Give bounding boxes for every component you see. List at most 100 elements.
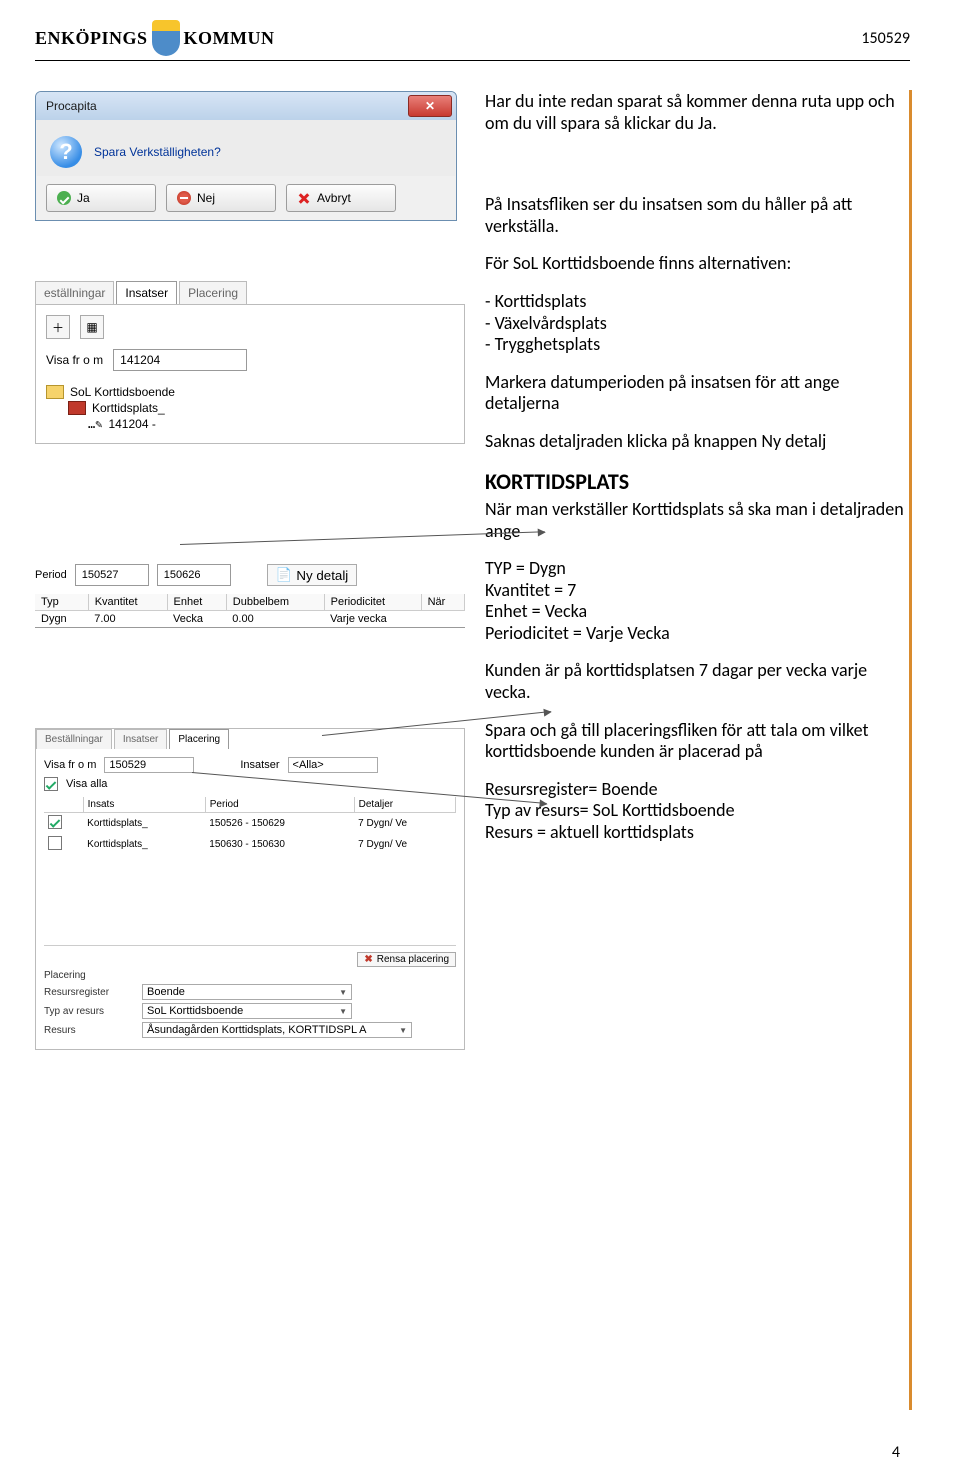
table-row[interactable]: Korttidsplats_ 150526 - 150629 7 Dygn/ V… [44,813,456,835]
municipality-logo: ENKÖPINGS KOMMUN [35,20,275,56]
tab-placering[interactable]: Placering [179,281,247,304]
period-label: Period [35,569,67,581]
placering-table: Insats Period Detaljer Korttidsplats_ 15… [44,797,456,855]
cancel-button-label: Avbryt [317,191,351,205]
list-item: Enhet = Vecka [485,601,910,623]
list-item: Periodicitet = Varje Vecka [485,623,910,645]
folder-icon [68,401,86,415]
tab-insatser[interactable]: Insatser [116,281,177,304]
resursregister-value: Boende [147,986,185,998]
cell-period: 150526 - 150629 [205,813,354,835]
list-item: - Växelvårdsplats [485,313,910,335]
th-periodicitet: Periodicitet [324,594,421,611]
list-item: Resursregister= Boende [485,779,910,801]
list-item: - Trygghetsplats [485,334,910,356]
cancel-button[interactable]: Avbryt [286,184,396,212]
typavresurs-label: Typ av resurs [44,1006,134,1017]
th-enhet: Enhet [167,594,226,611]
instruction-p9: Spara och gå till placeringsfliken för a… [485,720,910,763]
values-list: TYP = Dygn Kvantitet = 7 Enhet = Vecka P… [485,558,910,644]
dialog-title: Procapita [46,99,97,113]
header: ENKÖPINGS KOMMUN 150529 [35,0,910,56]
table-row[interactable]: Korttidsplats_ 150630 - 150630 7 Dygn/ V… [44,834,456,855]
th-kvantitet: Kvantitet [88,594,167,611]
placering-label: Placering [44,970,134,981]
th-typ: Typ [35,594,88,611]
tree-child-label[interactable]: Korttidsplats_ [92,401,165,415]
procapita-save-dialog: Procapita ✕ ? Spara Verkställigheten? Ja… [35,91,457,221]
close-icon[interactable]: ✕ [408,95,452,117]
tab-bestallningar[interactable]: eställningar [35,281,114,304]
table-row[interactable]: Dygn 7.00 Vecka 0.00 Varje vecka [35,611,465,628]
list-item: - Korttidsplats [485,291,910,313]
visa-alla-checkbox[interactable] [44,777,58,791]
row-checkbox[interactable] [48,815,62,829]
logo-text-left: ENKÖPINGS [35,28,148,49]
yes-button-label: Ja [77,191,90,205]
insats-tree: SoL Korttidsboende Korttidsplats_ …✎ 141… [46,385,454,431]
instruction-p1: Har du inte redan sparat så kommer denna… [485,91,910,134]
resurs-label: Resurs [44,1025,134,1036]
folder-icon [46,385,64,399]
cancel-icon [297,191,311,205]
plac-tab-bestallningar[interactable]: Beställningar [36,729,112,749]
cell-detaljer: 7 Dygn/ Ve [354,834,455,855]
cell-insats: Korttidsplats_ [83,813,205,835]
cell-periodicitet: Varje vecka [324,611,421,628]
chevron-down-icon: ▼ [399,1026,407,1035]
chevron-down-icon: ▼ [339,1007,347,1016]
new-detail-label: Ny detalj [296,568,348,583]
section-heading-korttidsplats: KORTTIDSPLATS [485,469,910,495]
resursregister-label: Resursregister [44,987,134,998]
detail-table: Typ Kvantitet Enhet Dubbelbem Periodicit… [35,594,465,627]
logo-text-right: KOMMUN [184,28,275,49]
plac-th-insats: Insats [83,797,205,813]
no-button-label: Nej [197,191,215,205]
list-item: Resurs = aktuell korttidsplats [485,822,910,844]
new-detail-button[interactable]: 📄 Ny detalj [267,564,357,586]
plac-tab-placering[interactable]: Placering [169,729,229,749]
document-icon: 📄 [276,567,293,583]
plac-visa-label: Visa fr o m [44,759,96,771]
visa-from-input[interactable]: 141204 [113,349,247,371]
resurs-list: Resursregister= Boende Typ av resurs= So… [485,779,910,844]
plac-insatser-select[interactable]: <Alla> [288,757,378,773]
alternatives-list: - Korttidsplats - Växelvårdsplats - Tryg… [485,291,910,356]
cell-enhet: Vecka [167,611,226,628]
yes-button[interactable]: Ja [46,184,156,212]
chevron-down-icon: ▼ [339,988,347,997]
screenshots-column: Procapita ✕ ? Spara Verkställigheten? Ja… [35,91,465,1050]
dialog-question: Spara Verkställigheten? [94,145,221,159]
cell-kvantitet: 7.00 [88,611,167,628]
period-from-input[interactable]: 150527 [75,564,149,586]
instruction-p2: På Insatsfliken ser du insatsen som du h… [485,194,910,237]
plac-th-period: Period [205,797,354,813]
page-number: 4 [892,1443,900,1462]
tree-root-label[interactable]: SoL Korttidsboende [70,385,175,399]
cell-typ: Dygn [35,611,88,628]
list-item: Typ av resurs= SoL Korttidsboende [485,800,910,822]
visa-from-label: Visa fr o m [46,353,103,367]
instruction-p6: När man verkställer Korttidsplats så ska… [485,499,910,542]
detail-icon[interactable]: ▦ [80,315,104,339]
resurs-dropdown[interactable]: Åsundagården Korttidsplats, KORTTIDSPL A… [142,1022,412,1038]
leaf-icon: …✎ [88,417,102,431]
crest-icon [152,20,180,56]
insatser-panel: eställningar Insatser Placering ＋ ▦ Visa… [35,281,465,444]
cell-dubbelbem: 0.00 [226,611,324,628]
question-icon: ? [50,136,82,168]
plac-visa-input[interactable]: 150529 [104,757,194,773]
tree-leaf-label[interactable]: 141204 - [108,417,155,431]
new-icon[interactable]: ＋ [46,315,70,339]
period-to-input[interactable]: 150626 [157,564,231,586]
resursregister-dropdown[interactable]: Boende ▼ [142,984,352,1000]
typavresurs-dropdown[interactable]: SoL Korttidsboende ▼ [142,1003,352,1019]
instruction-column: Har du inte redan sparat så kommer denna… [477,91,910,1050]
resurs-value: Åsundagården Korttidsplats, KORTTIDSPL A [147,1024,367,1036]
list-item: Kvantitet = 7 [485,580,910,602]
instruction-p4: Markera datumperioden på insatsen för at… [485,372,910,415]
row-checkbox[interactable] [48,836,62,850]
no-button[interactable]: Nej [166,184,276,212]
clear-placering-button[interactable]: ✖ Rensa placering [357,952,456,967]
plac-tab-insatser[interactable]: Insatser [114,729,168,749]
